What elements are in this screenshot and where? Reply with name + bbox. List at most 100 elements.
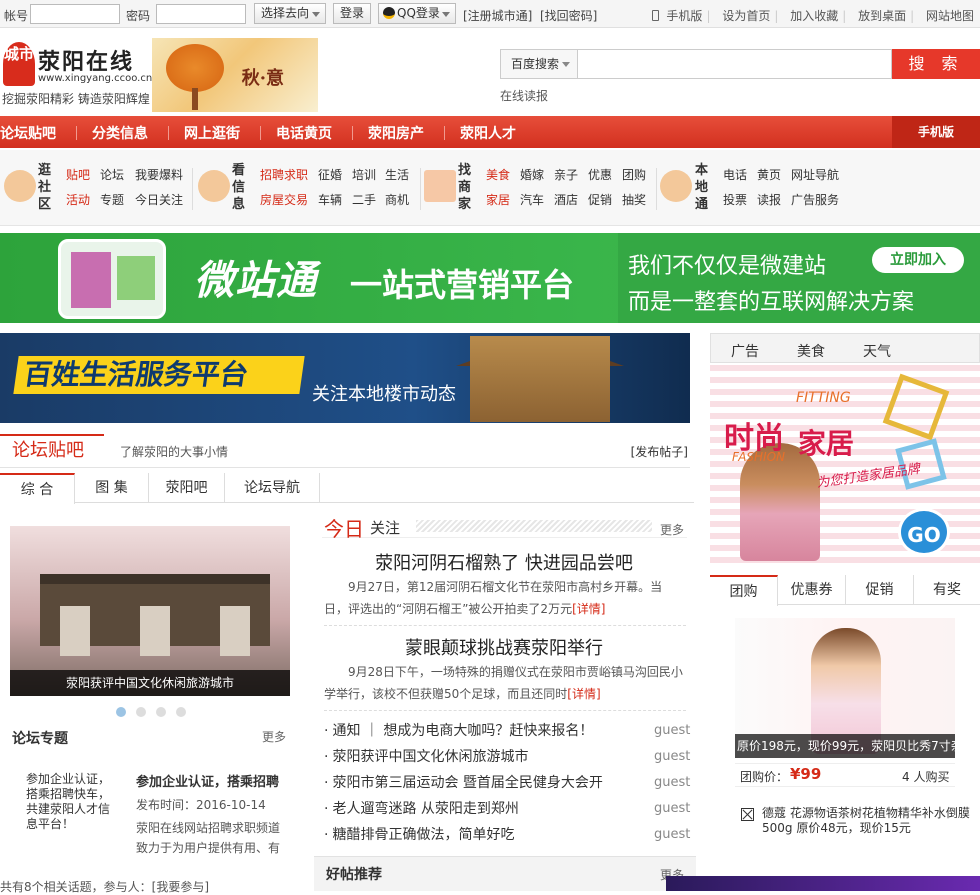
- subnav-link[interactable]: 婚嫁: [520, 166, 544, 183]
- subnav-link[interactable]: 招聘求职: [260, 166, 308, 183]
- subnav-link[interactable]: 投票: [723, 191, 747, 208]
- nav-item-yellow-pages[interactable]: 电话黄页: [276, 123, 332, 143]
- post-thread-link[interactable]: [发布帖子]: [631, 443, 688, 460]
- tab-food[interactable]: 美食: [797, 341, 825, 361]
- list-item-author: guest: [654, 801, 691, 816]
- tab-prize[interactable]: 有奖: [914, 575, 980, 605]
- top-link-set-home[interactable]: 设为首页: [722, 9, 770, 23]
- carousel-dot[interactable]: [176, 707, 186, 717]
- search-engine-select[interactable]: 百度搜索: [500, 49, 578, 79]
- tab-group-buy[interactable]: 团购: [710, 575, 778, 606]
- carousel-dot[interactable]: [136, 707, 146, 717]
- subnav-link[interactable]: 家居: [486, 191, 510, 208]
- forum-topic-more[interactable]: 更多: [262, 728, 286, 745]
- subnav-link[interactable]: 优惠: [588, 166, 612, 183]
- direction-select[interactable]: 选择去向: [254, 3, 326, 24]
- subnav-link[interactable]: 培训: [352, 166, 376, 183]
- chevron-down-icon: [562, 62, 570, 67]
- subnav-link[interactable]: 车辆: [318, 191, 342, 208]
- logo-name[interactable]: 荥阳在线: [38, 44, 134, 76]
- bottom-banner-strip[interactable]: [666, 876, 980, 891]
- list-item[interactable]: · 通知 ｜ 想成为电商大咖吗？赶快来报名！: [324, 720, 593, 740]
- subnav-link[interactable]: 广告服务: [791, 191, 839, 208]
- subnav-link[interactable]: 生活: [385, 166, 409, 183]
- tab-forum-nav[interactable]: 论坛导航: [225, 473, 320, 503]
- subnav-link[interactable]: 征婚: [318, 166, 342, 183]
- wz-join-button[interactable]: 立即加入: [872, 247, 964, 273]
- forum-title[interactable]: 论坛贴吧: [0, 434, 104, 468]
- nav-mobile-button[interactable]: 手机版: [892, 116, 980, 148]
- article-title[interactable]: 蒙眼颠球挑战赛荥阳举行: [324, 634, 684, 660]
- subnav-link[interactable]: 网址导航: [791, 166, 839, 183]
- subnav-link[interactable]: 今日关注: [135, 191, 183, 208]
- carousel-dot[interactable]: [116, 707, 126, 717]
- nav-item-jobs[interactable]: 荥阳人才: [460, 123, 516, 143]
- password-label: 密码: [126, 9, 151, 23]
- subnav-link[interactable]: 团购: [622, 166, 646, 183]
- subnav-link[interactable]: 汽车: [520, 191, 544, 208]
- top-link-sitemap[interactable]: 网站地图: [926, 9, 974, 23]
- qq-login-button[interactable]: QQ登录: [378, 3, 456, 24]
- search-button[interactable]: 搜 索: [892, 49, 980, 79]
- article-detail-link[interactable]: [详情]: [572, 602, 605, 616]
- list-item[interactable]: · 荥阳市第三届运动会 暨首届全民健身大会开: [324, 772, 603, 792]
- topic-image-text[interactable]: 参加企业认证，搭乘招聘快车，共建荥阳人才信息平台！: [26, 772, 118, 832]
- subnav-link[interactable]: 促销: [588, 191, 612, 208]
- nav-item-shopping[interactable]: 网上逛街: [184, 123, 240, 143]
- ad-go-button[interactable]: GO: [898, 508, 950, 556]
- article-title[interactable]: 荥阳河阴石榴熟了 快进园品尝吧: [324, 549, 684, 575]
- subnav-link[interactable]: 论坛: [100, 166, 124, 183]
- tab-weather[interactable]: 天气: [863, 341, 891, 361]
- phone-icon: [651, 10, 659, 21]
- top-link-favorite[interactable]: 加入收藏: [790, 9, 838, 23]
- subnav-link[interactable]: 抽奖: [622, 191, 646, 208]
- close-box-icon[interactable]: [741, 808, 754, 821]
- decor-square: [882, 373, 950, 441]
- subnav-link[interactable]: 专题: [100, 191, 124, 208]
- tab-overview[interactable]: 综 合: [0, 473, 75, 504]
- top-link-desktop[interactable]: 放到桌面: [858, 9, 906, 23]
- group-buy-caption[interactable]: 原价198元，现价99元，荥阳贝比秀7寸杂: [735, 734, 955, 758]
- carousel-dot[interactable]: [156, 707, 166, 717]
- tab-ad[interactable]: 广告: [731, 341, 759, 361]
- today-more-link[interactable]: 更多: [660, 521, 684, 538]
- subnav-link[interactable]: 读报: [757, 191, 781, 208]
- nav-item-forum[interactable]: 论坛贴吧: [0, 123, 56, 143]
- topic-article-title[interactable]: 参加企业认证，搭乘招聘: [136, 771, 279, 790]
- subnav-link[interactable]: 电话: [723, 166, 747, 183]
- login-button[interactable]: 登录: [333, 3, 371, 24]
- logo-badge[interactable]: 城市: [3, 42, 35, 86]
- list-item[interactable]: · 老人遛弯迷路 从荥阳走到郑州: [324, 798, 519, 818]
- top-link-mobile[interactable]: 手机版: [666, 9, 702, 23]
- subnav-link[interactable]: 活动: [66, 191, 90, 208]
- subnav-link[interactable]: 商机: [385, 191, 409, 208]
- search-input[interactable]: [578, 49, 892, 79]
- subnav-link[interactable]: 我要爆料: [135, 166, 183, 183]
- subnav-link[interactable]: 二手: [352, 191, 376, 208]
- nav-item-real-estate[interactable]: 荥阳房产: [368, 123, 424, 143]
- tab-coupon[interactable]: 优惠券: [778, 575, 846, 605]
- list-item[interactable]: · 糖醋排骨正确做法，简单好吃: [324, 824, 514, 844]
- register-link[interactable]: [注册城市通]: [463, 7, 532, 24]
- tab-gallery[interactable]: 图 集: [75, 473, 149, 503]
- account-input[interactable]: [30, 4, 120, 24]
- phone-illustration: [58, 239, 166, 319]
- carousel-caption[interactable]: 荥阳获评中国文化休闲旅游城市: [10, 670, 290, 696]
- list-item-author: guest: [654, 827, 691, 842]
- tab-xingyang-bar[interactable]: 荥阳吧: [149, 473, 225, 503]
- subnav-link[interactable]: 酒店: [554, 191, 578, 208]
- article-detail-link[interactable]: [详情]: [567, 687, 600, 701]
- forgot-password-link[interactable]: [找回密码]: [540, 7, 597, 24]
- subnav-link[interactable]: 亲子: [554, 166, 578, 183]
- list-item[interactable]: · 荥阳获评中国文化休闲旅游城市: [324, 746, 528, 766]
- nav-item-classified[interactable]: 分类信息: [92, 123, 148, 143]
- subnav-link[interactable]: 贴吧: [66, 166, 90, 183]
- autumn-banner[interactable]: 秋·意: [152, 38, 318, 112]
- tab-promotion[interactable]: 促销: [846, 575, 914, 605]
- password-input[interactable]: [156, 4, 246, 24]
- subnav-link[interactable]: 美食: [486, 166, 510, 183]
- group-buy-desc[interactable]: 德蔻 花源物语茶树花植物精华补水倒膜500g 原价48元，现价15元: [762, 806, 974, 836]
- online-newspaper-link[interactable]: 在线读报: [500, 87, 548, 104]
- subnav-link[interactable]: 房屋交易: [260, 191, 308, 208]
- subnav-link[interactable]: 黄页: [757, 166, 781, 183]
